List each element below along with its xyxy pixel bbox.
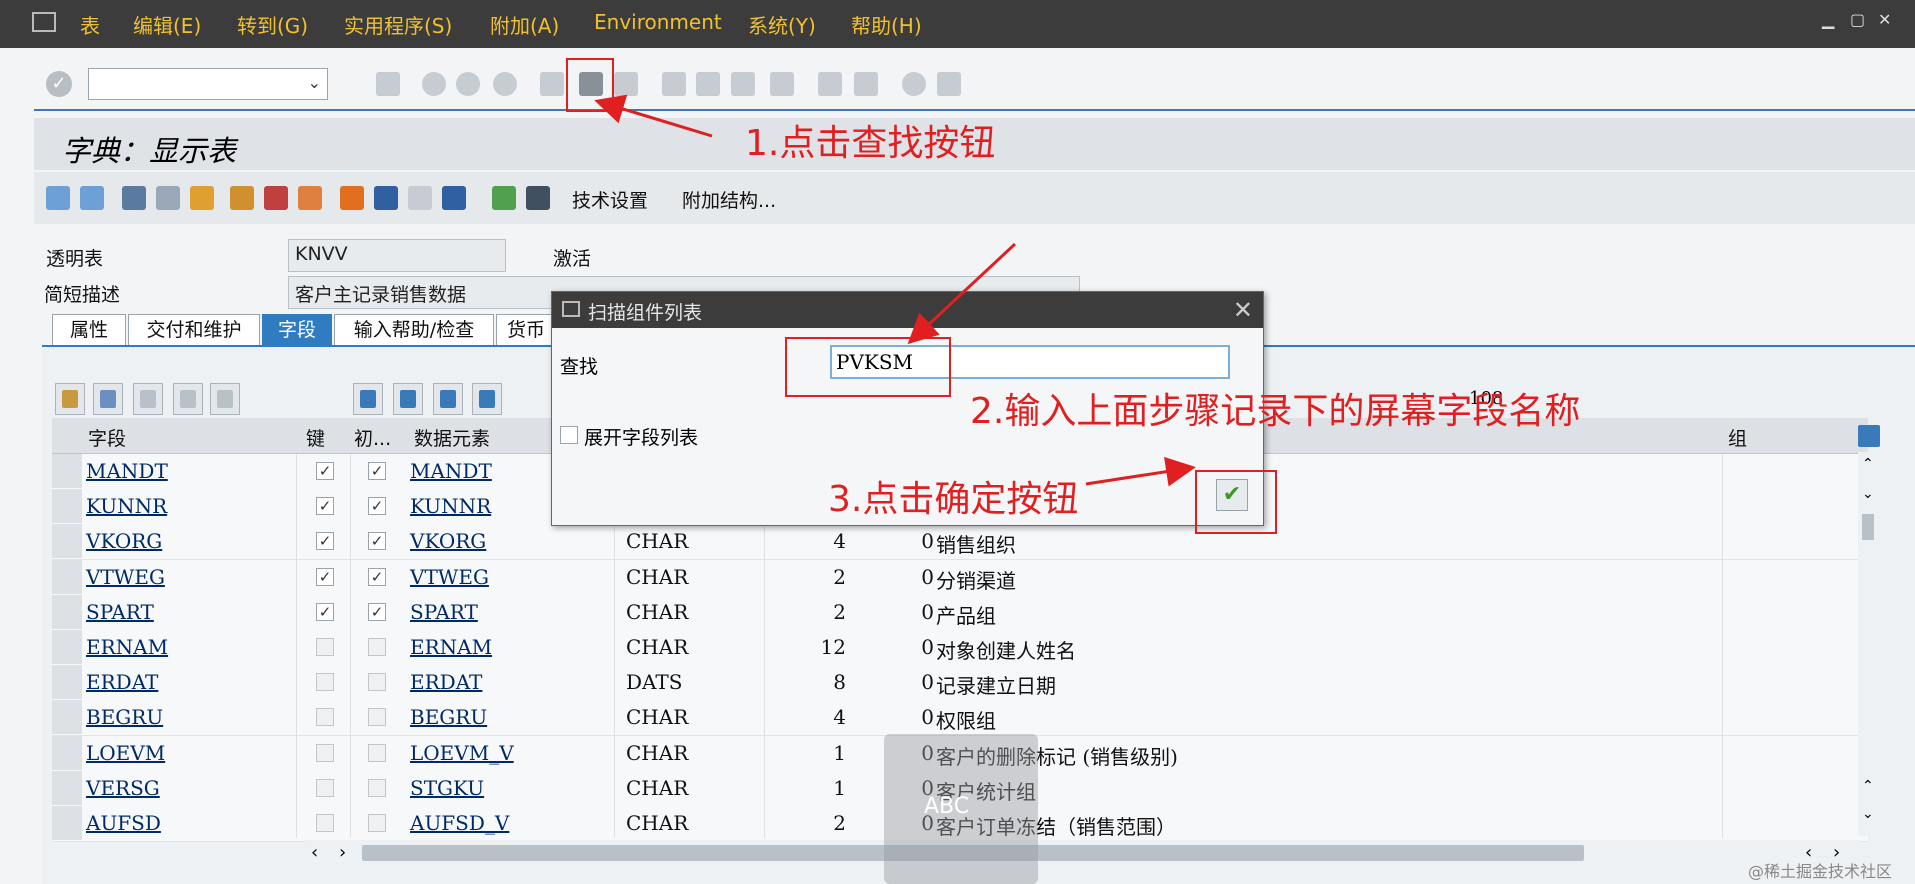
arrow-step3 [1085, 456, 1196, 487]
arrow-step1 [594, 94, 713, 138]
watermark: @稀土掘金技术社区 [1748, 862, 1893, 881]
input-method-overlay: ABC [884, 734, 1038, 884]
arrow-step2 [907, 242, 1017, 345]
abc-label: ABC [924, 794, 970, 819]
